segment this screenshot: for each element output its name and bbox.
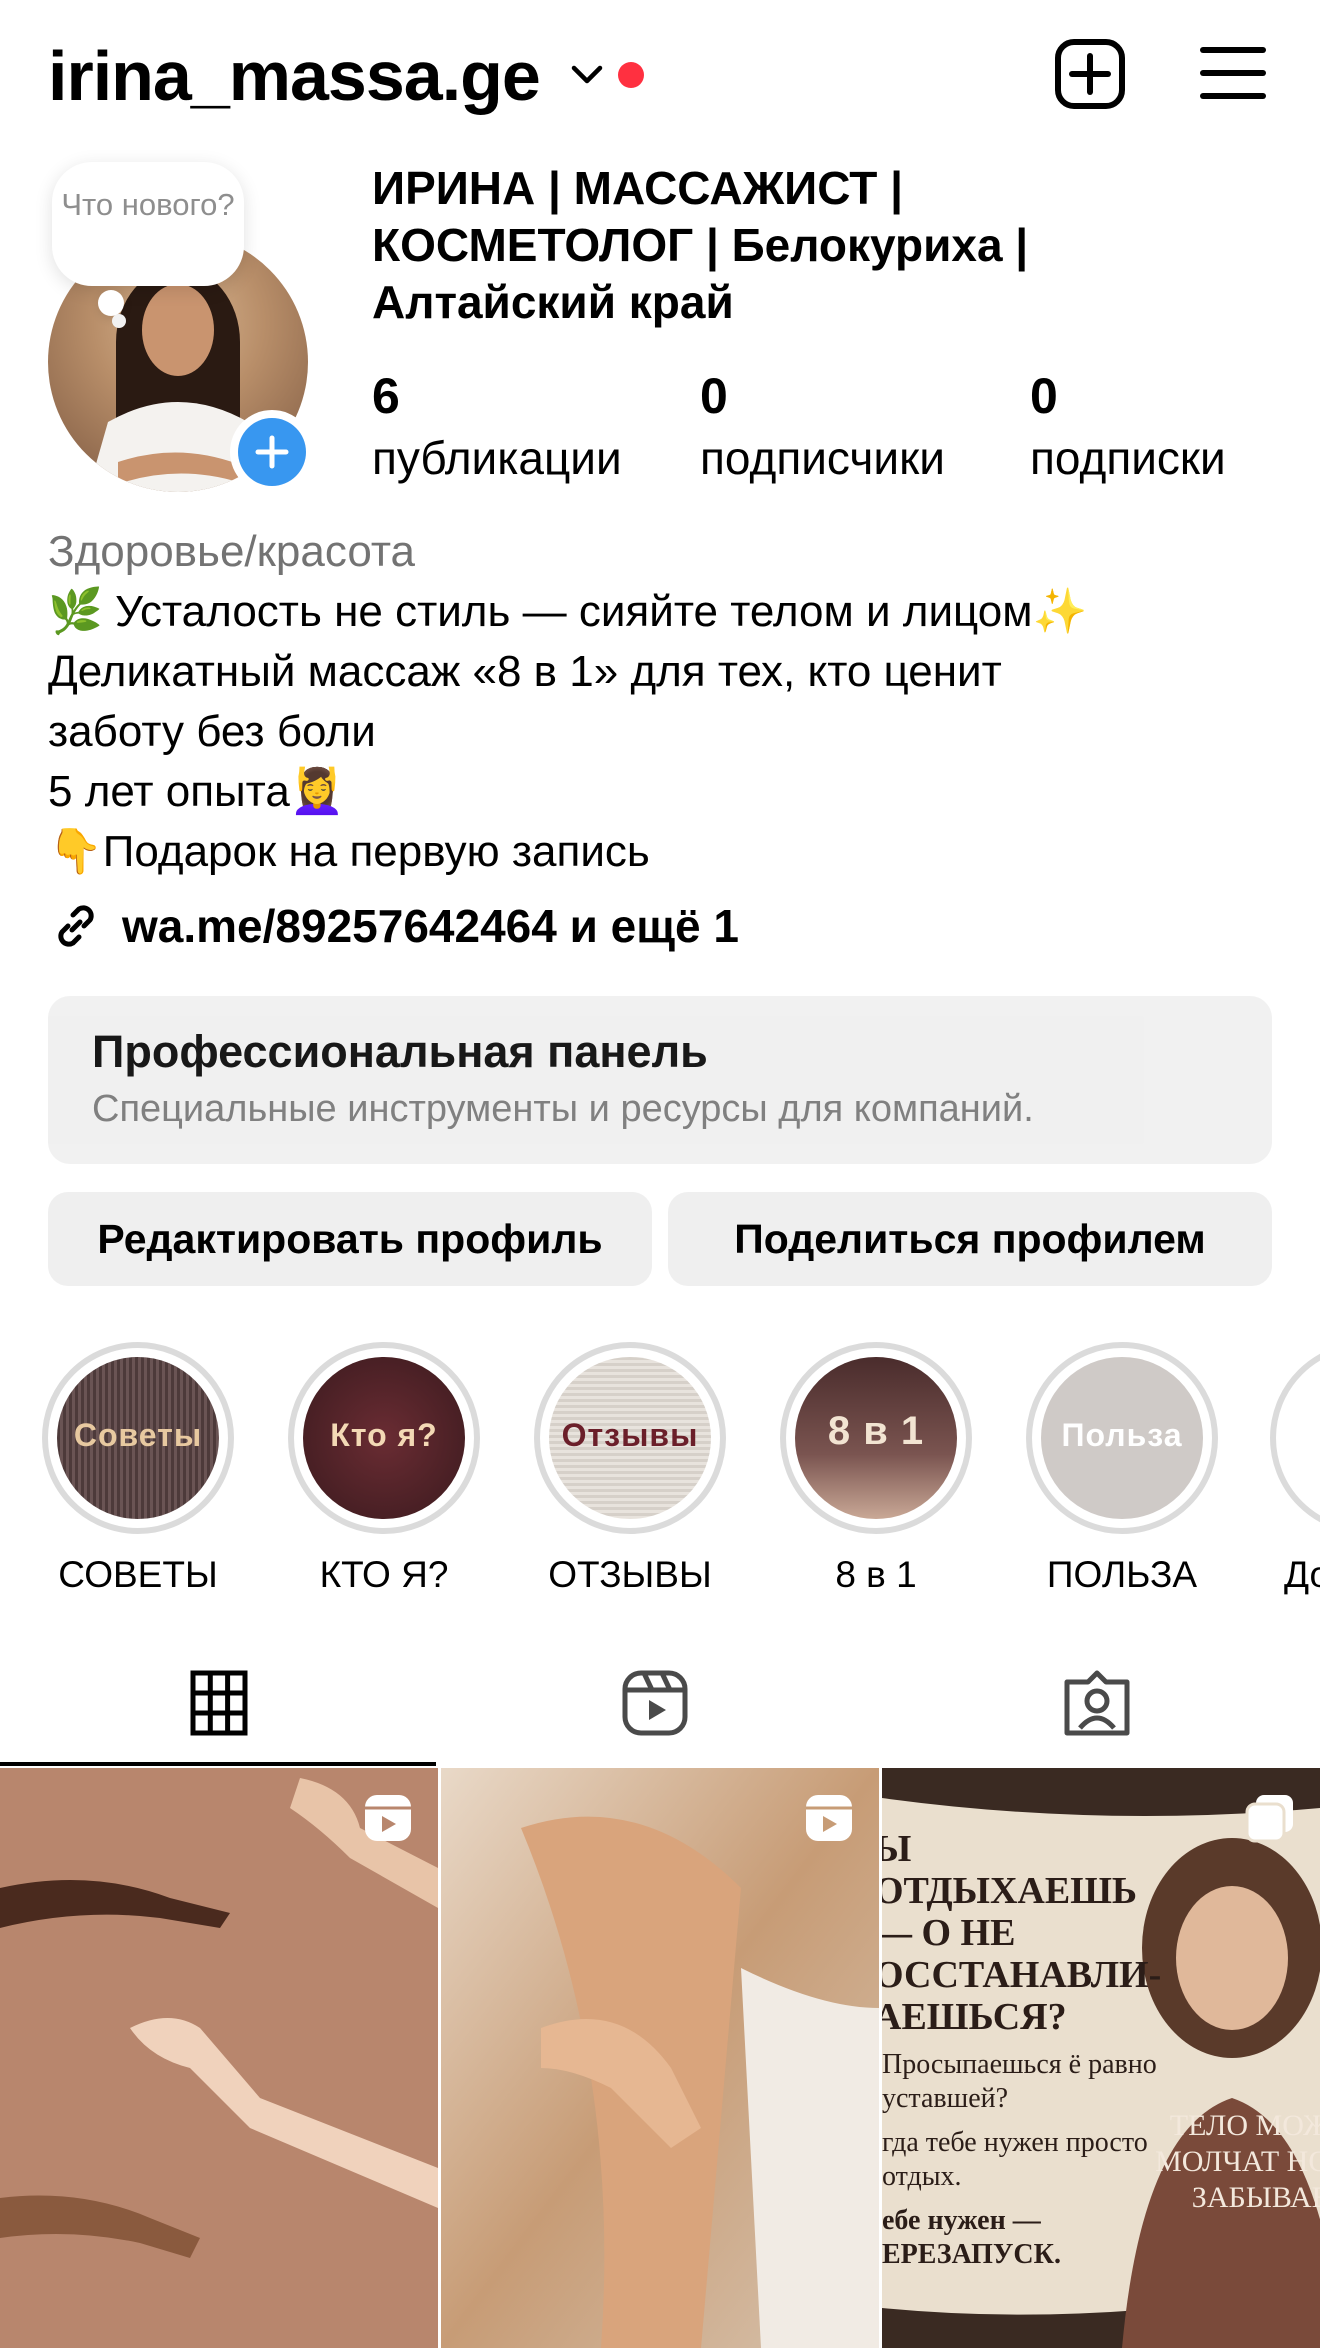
profile-bio: 🌿 Усталость не стиль — сияйте телом и ли… [48, 582, 1278, 882]
reel-badge-icon [365, 1795, 411, 1841]
pro-dashboard-title: Профессиональная панель [92, 1026, 708, 1077]
full-name: ИРИНА | МАССАЖИСТ | КОСМЕТОЛОГ | Белокур… [372, 162, 1029, 328]
professional-dashboard[interactable]: Профессиональная панель Специальные инст… [48, 996, 1272, 1164]
highlight-label: 8 в 1 [835, 1554, 917, 1595]
highlight-cover: 8 в 1 [795, 1357, 957, 1519]
post-body-text: Просыпаешься ё равно уставшей? [882, 2049, 1157, 2114]
highlight-ring: Кто я? [288, 1342, 480, 1534]
stat-value: 0 [700, 368, 728, 424]
highlight-item[interactable]: Отзывы ОТЗЫВЫ [532, 1342, 728, 1596]
highlight-label: ПОЛЬЗА [1046, 1554, 1198, 1595]
pro-dashboard-subtitle: Специальные инструменты и ресурсы для ко… [92, 1088, 1034, 1130]
profile-link[interactable]: wa.me/89257642464 и ещё 1 [48, 896, 739, 956]
highlight-cover [1285, 1357, 1320, 1519]
share-profile-button[interactable]: Поделиться профилем [668, 1192, 1272, 1286]
notification-dot [618, 62, 644, 88]
link-text[interactable]: wa.me/89257642464 и ещё 1 [122, 899, 739, 953]
edit-profile-button[interactable]: Редактировать профиль [48, 1192, 652, 1286]
tab-grid[interactable] [0, 1630, 436, 1768]
note-bubble-dot [98, 290, 124, 316]
bio-line: Деликатный массаж «8 в 1» для тех, кто ц… [48, 647, 1002, 696]
highlight-cover-text: Польза [1061, 1417, 1183, 1453]
add-post-icon[interactable] [1054, 38, 1126, 110]
top-bar: irina_massa.ge [0, 0, 1320, 150]
menu-icon[interactable] [1200, 44, 1266, 102]
post-thumbnail[interactable]: Ы ОТДЫХАЕШЬ — О НЕ ОССТАНАВЛИ- АЕШЬСЯ? П… [882, 1768, 1320, 2348]
link-icon [58, 905, 94, 947]
profile-tabs [0, 1630, 1320, 1768]
highlight-ring: Польза [1026, 1342, 1218, 1534]
highlight-item[interactable]: До [1270, 1342, 1320, 1596]
post-thumbnail[interactable] [0, 1768, 438, 2348]
highlight-cover-text: Советы [73, 1417, 203, 1453]
grid-icon [190, 1670, 248, 1736]
post-image [0, 1768, 438, 2348]
chevron-down-icon[interactable] [570, 62, 604, 86]
bio-line: 🌿 Усталость не стиль — сияйте телом и ли… [48, 587, 1088, 636]
note-bubble-dot-small [112, 314, 126, 328]
reels-icon [622, 1670, 688, 1736]
highlight-cover: Советы [57, 1357, 219, 1519]
post-overlay-text: Ы ОТДЫХАЕШЬ — О НЕ ОССТАНАВЛИ- АЕШЬСЯ? П… [882, 1828, 1182, 2272]
highlight-cover: Отзывы [549, 1357, 711, 1519]
stat-value: 6 [372, 368, 400, 424]
note-bubble-text: Что нового? [61, 187, 235, 222]
add-story-button[interactable] [230, 410, 314, 494]
highlight-cover-text: Кто я? [330, 1417, 438, 1453]
profile-category: Здоровье/красота [48, 527, 415, 576]
post-thumbnail[interactable] [441, 1768, 879, 2348]
stat-following[interactable]: 0 подписки [1030, 366, 1226, 488]
highlight-item[interactable]: Советы СОВЕТЫ [40, 1342, 236, 1596]
highlight-label: СОВЕТЫ [58, 1554, 218, 1595]
post-body-text: ебе нужен — ЕРЕЗАПУСК. [882, 2205, 1061, 2270]
post-side-text: ТЕЛО МОЖ МОЛЧАТ НО ЗАБЫВАЕ [1155, 2109, 1320, 2214]
highlight-cover: Польза [1041, 1357, 1203, 1519]
tab-tagged[interactable] [880, 1630, 1316, 1768]
post-image [441, 1768, 879, 2348]
tagged-icon [1064, 1670, 1130, 1736]
highlight-item[interactable]: Польза ПОЛЬЗА [1024, 1342, 1220, 1596]
highlight-ring: Отзывы [534, 1342, 726, 1534]
username-title[interactable]: irina_massa.ge [48, 38, 541, 114]
reel-badge-icon [806, 1795, 852, 1841]
post-title-text: Ы ОТДЫХАЕШЬ — О НЕ ОССТАНАВЛИ- АЕШЬСЯ? [882, 1828, 1162, 2038]
highlight-label: КТО Я? [319, 1554, 449, 1595]
highlight-cover-text: 8 в 1 [827, 1409, 925, 1453]
bio-line: 5 лет опыта💆‍♀️ [48, 767, 345, 816]
plus-icon [238, 418, 306, 486]
stat-followers[interactable]: 0 подписчики [700, 366, 945, 488]
tab-reels[interactable] [440, 1630, 876, 1768]
stat-label: публикации [372, 432, 622, 484]
bio-line: заботу без боли [48, 707, 376, 756]
stat-value: 0 [1030, 368, 1058, 424]
stat-posts[interactable]: 6 публикации [372, 366, 622, 488]
highlight-ring: 8 в 1 [780, 1342, 972, 1534]
bio-line: 👇Подарок на первую запись [48, 827, 650, 876]
highlight-ring: Советы [42, 1342, 234, 1534]
highlight-item[interactable]: Кто я? КТО Я? [286, 1342, 482, 1596]
highlight-label: ОТЗЫВЫ [548, 1554, 712, 1595]
highlight-item[interactable]: 8 в 1 8 в 1 [778, 1342, 974, 1596]
highlight-label: До [1284, 1554, 1320, 1595]
post-body-text: гда тебе нужен просто отдых. [882, 2127, 1148, 2192]
carousel-badge-icon [1245, 1795, 1293, 1843]
highlight-cover-text: Отзывы [561, 1417, 699, 1453]
active-tab-indicator [0, 1762, 436, 1766]
note-bubble[interactable]: Что нового? [52, 162, 244, 286]
stat-label: подписки [1030, 432, 1226, 484]
highlight-cover: Кто я? [303, 1357, 465, 1519]
highlight-ring [1270, 1342, 1320, 1534]
stat-label: подписчики [700, 432, 945, 484]
posts-grid: Ы ОТДЫХАЕШЬ — О НЕ ОССТАНАВЛИ- АЕШЬСЯ? П… [0, 1768, 1320, 2348]
